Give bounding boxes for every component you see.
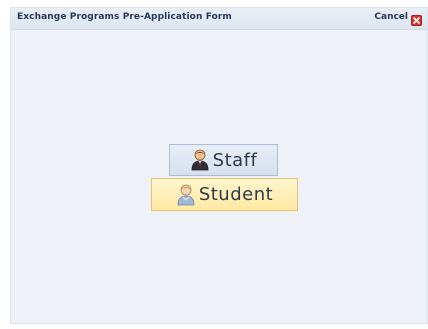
student-label: Student <box>198 184 274 205</box>
staff-button[interactable]: Staff <box>169 144 278 176</box>
panel-header: Exchange Programs Pre-Application Form C… <box>11 8 427 30</box>
staff-person-icon <box>190 149 210 171</box>
staff-label: Staff <box>212 149 258 171</box>
cancel-button[interactable]: Cancel <box>374 11 422 26</box>
form-title: Exchange Programs Pre-Application Form <box>17 12 232 22</box>
cancel-label: Cancel <box>374 11 408 22</box>
close-icon <box>411 11 422 26</box>
student-button[interactable]: Student <box>151 178 298 211</box>
student-person-icon <box>176 184 196 206</box>
